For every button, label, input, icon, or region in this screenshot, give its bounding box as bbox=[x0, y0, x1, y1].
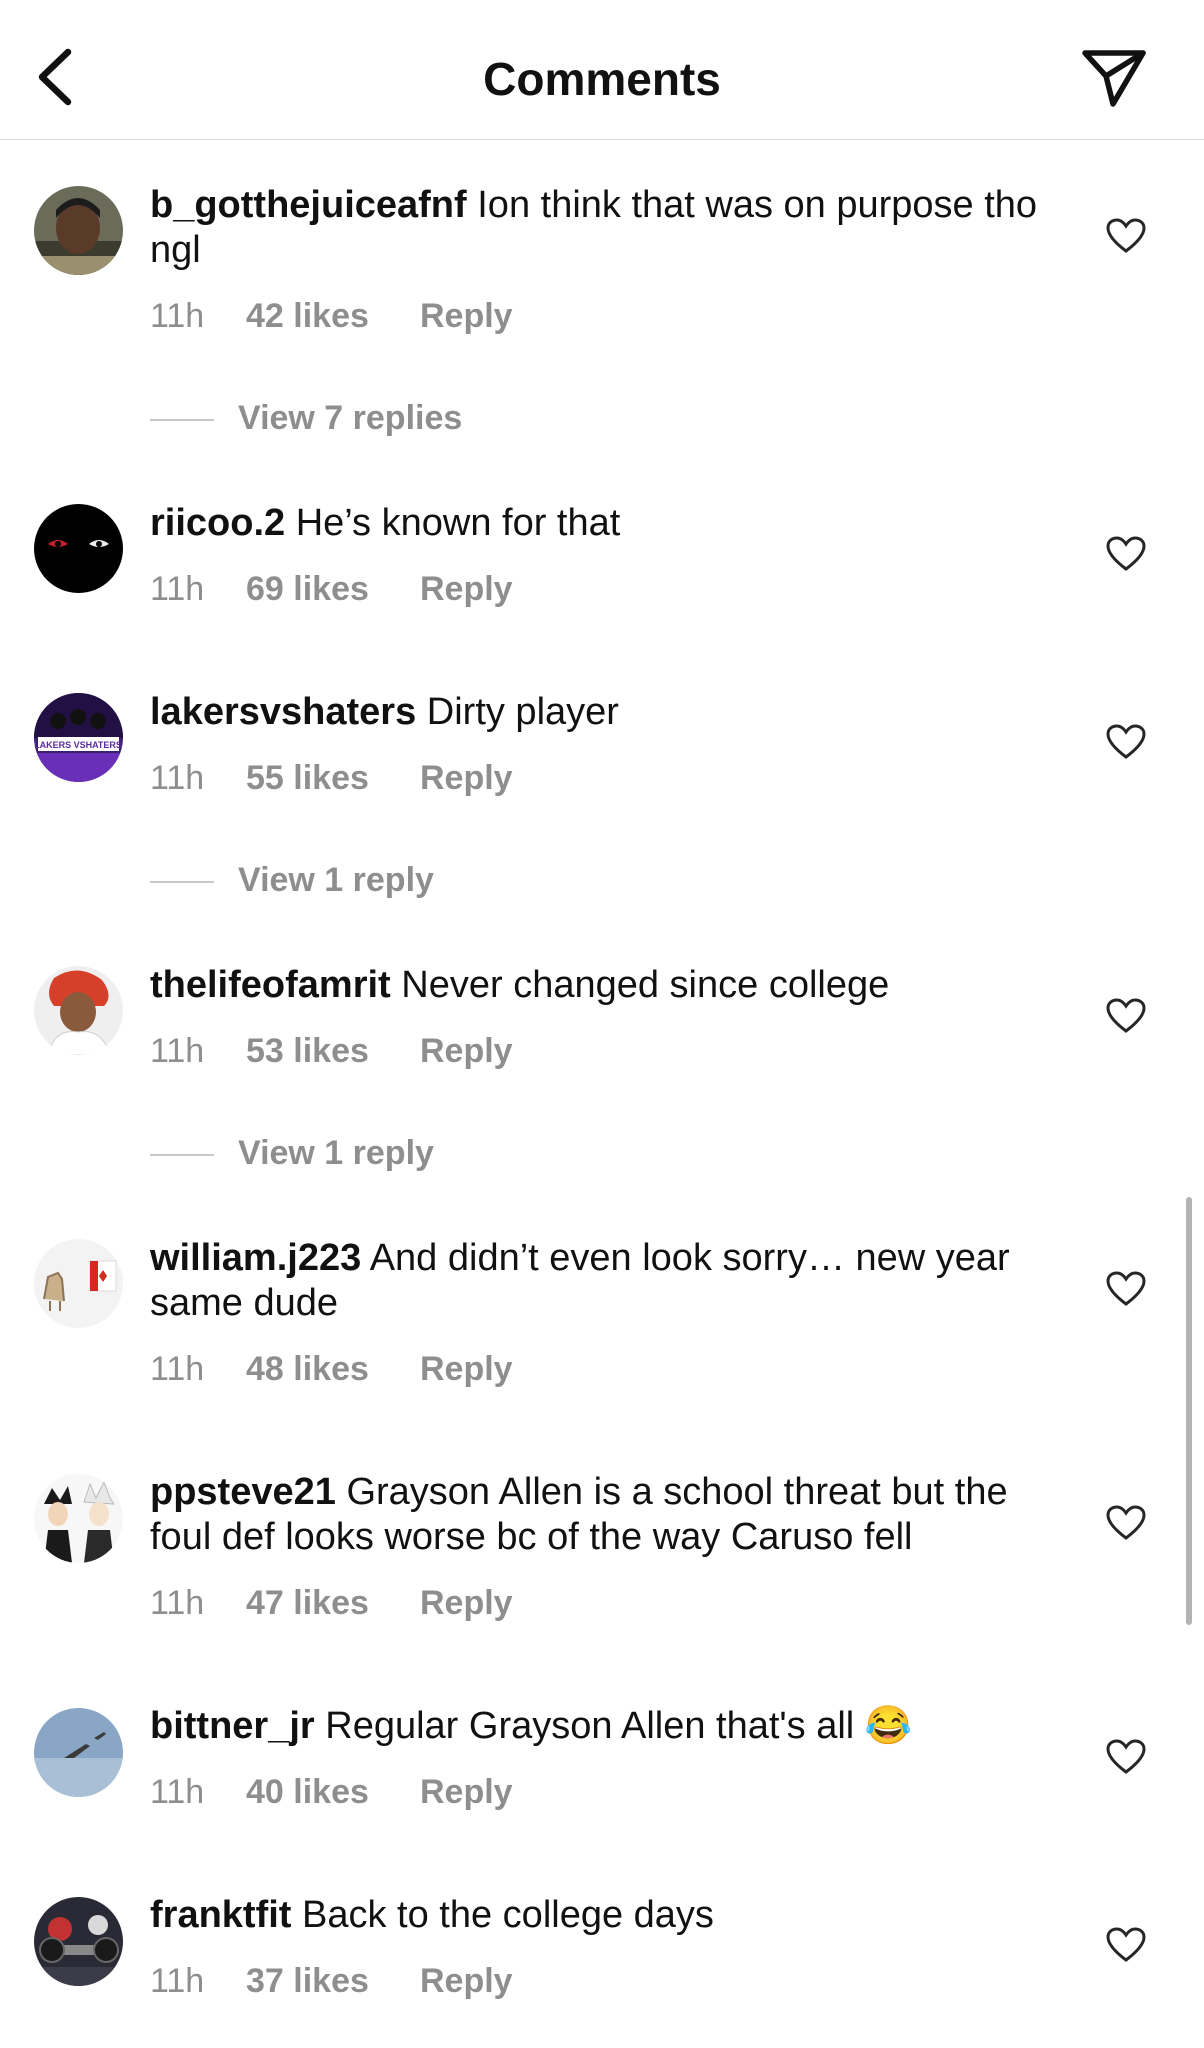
reply-button[interactable]: Reply bbox=[420, 570, 513, 609]
comment-time: 11h bbox=[150, 1584, 205, 1622]
comment-likes[interactable]: 42 likes bbox=[246, 297, 420, 336]
comment-text: william.j223 And didn’t even look sorry…… bbox=[150, 1236, 1050, 1326]
comment-meta: 11h 69 likes Reply bbox=[150, 570, 513, 609]
reply-divider-line bbox=[150, 881, 214, 884]
reply-button[interactable]: Reply bbox=[420, 759, 513, 798]
reply-divider-line bbox=[150, 1154, 214, 1157]
comment-meta: 11h 42 likes Reply bbox=[150, 297, 513, 336]
comment-meta: 11h 55 likes Reply bbox=[150, 759, 513, 798]
comment-time: 11h bbox=[150, 1962, 205, 2000]
reply-button[interactable]: Reply bbox=[420, 1350, 513, 1389]
reply-button[interactable]: Reply bbox=[420, 297, 513, 336]
reply-button[interactable]: Reply bbox=[420, 1962, 513, 2001]
view-replies-label: View 1 reply bbox=[238, 1134, 434, 1172]
comment-text: ppsteve21 Grayson Allen is a school thre… bbox=[150, 1470, 1050, 1560]
avatar[interactable] bbox=[34, 1239, 123, 1328]
comment-time: 11h bbox=[150, 759, 205, 797]
comment-meta: 11h 47 likes Reply bbox=[150, 1584, 513, 1623]
comment-username[interactable]: franktfit bbox=[150, 1894, 291, 1936]
comment-username[interactable]: riicoo.2 bbox=[150, 502, 285, 544]
view-replies-label: View 1 reply bbox=[238, 861, 434, 899]
comment-time: 11h bbox=[150, 297, 205, 335]
laughing-emoji: 😂 bbox=[864, 1705, 913, 1747]
heart-icon[interactable] bbox=[1106, 1927, 1146, 1963]
avatar[interactable] bbox=[34, 1708, 123, 1797]
reply-button[interactable]: Reply bbox=[420, 1032, 513, 1071]
avatar[interactable] bbox=[34, 504, 123, 593]
comment-meta: 11h 48 likes Reply bbox=[150, 1350, 513, 1389]
comment-username[interactable]: lakersvshaters bbox=[150, 691, 416, 733]
comment-text: bittner_jr Regular Grayson Allen that's … bbox=[150, 1704, 1050, 1749]
comment-text: riicoo.2 He’s known for that bbox=[150, 501, 1050, 546]
comment-likes[interactable]: 69 likes bbox=[246, 570, 420, 609]
avatar[interactable]: LAKERS VSHATERS bbox=[34, 693, 123, 782]
comment-likes[interactable]: 53 likes bbox=[246, 1032, 420, 1071]
view-replies-button[interactable]: View 7 replies bbox=[150, 399, 462, 438]
comment-body: He’s known for that bbox=[295, 502, 621, 544]
comment-body: Regular Grayson Allen that's all bbox=[325, 1705, 855, 1747]
comment-username[interactable]: thelifeofamrit bbox=[150, 964, 391, 1006]
comment-likes[interactable]: 40 likes bbox=[246, 1773, 420, 1812]
comment-time: 11h bbox=[150, 1350, 205, 1388]
scrollbar[interactable] bbox=[1186, 1197, 1192, 1625]
reply-button[interactable]: Reply bbox=[420, 1773, 513, 1812]
comment-text: b_gotthejuiceafnf Ion think that was on … bbox=[150, 183, 1050, 273]
avatar-label: LAKERS VSHATERS bbox=[34, 740, 122, 750]
comment-body: Back to the college days bbox=[302, 1894, 714, 1936]
comment-username[interactable]: william.j223 bbox=[150, 1237, 361, 1279]
comment-text: franktfit Back to the college days bbox=[150, 1893, 1050, 1938]
comment-text: lakersvshaters Dirty player bbox=[150, 690, 1050, 735]
comment-username[interactable]: ppsteve21 bbox=[150, 1471, 336, 1513]
comment-username[interactable]: bittner_jr bbox=[150, 1705, 315, 1747]
comment-time: 11h bbox=[150, 1032, 205, 1070]
comment-username[interactable]: b_gotthejuiceafnf bbox=[150, 184, 467, 226]
heart-icon[interactable] bbox=[1106, 724, 1146, 760]
comment-time: 11h bbox=[150, 570, 205, 608]
avatar[interactable] bbox=[34, 1474, 123, 1563]
heart-icon[interactable] bbox=[1106, 218, 1146, 254]
heart-icon[interactable] bbox=[1106, 1505, 1146, 1541]
comment-body: Dirty player bbox=[426, 691, 619, 733]
comment-text: thelifeofamrit Never changed since colle… bbox=[150, 963, 1050, 1008]
comment-meta: 11h 53 likes Reply bbox=[150, 1032, 513, 1071]
paper-plane-icon bbox=[1082, 50, 1146, 107]
reply-button[interactable]: Reply bbox=[420, 1584, 513, 1623]
comment-likes[interactable]: 37 likes bbox=[246, 1962, 420, 2001]
header-bar: Comments bbox=[0, 0, 1204, 140]
comment-meta: 11h 40 likes Reply bbox=[150, 1773, 513, 1812]
avatar[interactable] bbox=[34, 186, 123, 275]
view-replies-label: View 7 replies bbox=[238, 399, 463, 437]
comment-likes[interactable]: 47 likes bbox=[246, 1584, 420, 1623]
page-title: Comments bbox=[483, 53, 721, 105]
avatar[interactable] bbox=[34, 966, 123, 1055]
heart-icon[interactable] bbox=[1106, 998, 1146, 1034]
share-button[interactable] bbox=[1080, 46, 1148, 108]
comment-likes[interactable]: 55 likes bbox=[246, 759, 420, 798]
avatar[interactable] bbox=[34, 1897, 123, 1986]
comment-time: 11h bbox=[150, 1773, 205, 1811]
heart-icon[interactable] bbox=[1106, 536, 1146, 572]
comment-likes[interactable]: 48 likes bbox=[246, 1350, 420, 1389]
heart-icon[interactable] bbox=[1106, 1271, 1146, 1307]
reply-divider-line bbox=[150, 419, 214, 422]
comment-body: Never changed since college bbox=[401, 964, 890, 1006]
comment-meta: 11h 37 likes Reply bbox=[150, 1962, 513, 2001]
view-replies-button[interactable]: View 1 reply bbox=[150, 861, 434, 900]
heart-icon[interactable] bbox=[1106, 1739, 1146, 1775]
view-replies-button[interactable]: View 1 reply bbox=[150, 1134, 434, 1173]
